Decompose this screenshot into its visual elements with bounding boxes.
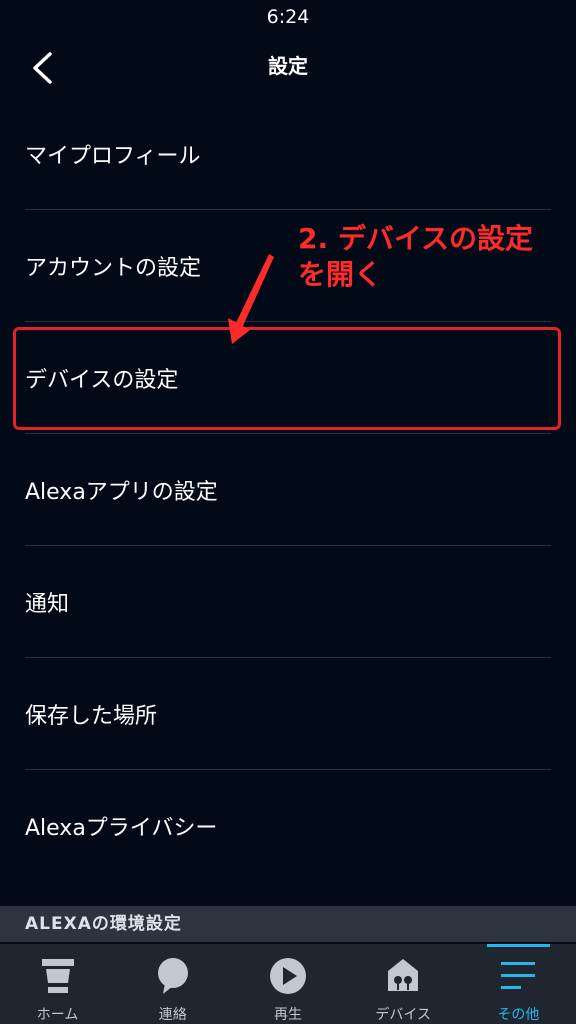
menu-icon (498, 956, 538, 996)
settings-screen: 6:24 設定 マイプロフィール アカウントの設定 デバイスの設定 Alexaア… (0, 0, 576, 1024)
menu-item-label: Alexaプライバシー (25, 816, 218, 841)
devices-icon (383, 956, 423, 996)
tab-label: ホーム (36, 1007, 79, 1023)
tab-label: 連絡 (158, 1007, 187, 1023)
tab-label: 再生 (274, 1007, 302, 1023)
menu-item-label: アカウントの設定 (25, 256, 202, 281)
menu-item-label: Alexaアプリの設定 (25, 480, 218, 505)
menu-item-alexa-privacy[interactable]: Alexaプライバシー (0, 770, 576, 882)
tab-play[interactable]: 再生 (230, 944, 345, 1024)
menu-item-label: デバイスの設定 (25, 368, 179, 393)
tab-label: その他 (497, 1007, 540, 1023)
settings-menu: マイプロフィール アカウントの設定 デバイスの設定 Alexaアプリの設定 通知… (0, 98, 576, 882)
play-icon (268, 956, 308, 996)
annotation-text: 2. デバイスの設定を開く (298, 222, 534, 291)
tab-more[interactable]: その他 (461, 944, 576, 1024)
header: 設定 (0, 34, 576, 98)
home-icon (38, 956, 78, 996)
menu-item-alexa-app-settings[interactable]: Alexaアプリの設定 (0, 434, 576, 546)
active-tab-indicator (486, 944, 551, 947)
menu-item-label: 保存した場所 (25, 704, 158, 729)
menu-item-device-settings[interactable]: デバイスの設定 (0, 322, 576, 434)
tab-label: デバイス (375, 1007, 431, 1023)
status-bar: 6:24 (0, 0, 576, 34)
tab-bar: ホーム 連絡 再生 デバイス その他 (0, 944, 576, 1024)
page-title: 設定 (268, 54, 308, 78)
tab-home[interactable]: ホーム (0, 944, 115, 1024)
status-time: 6:24 (266, 6, 310, 28)
menu-item-saved-places[interactable]: 保存した場所 (0, 658, 576, 770)
menu-item-notifications[interactable]: 通知 (0, 546, 576, 658)
chat-bubble-icon (153, 956, 193, 996)
menu-item-my-profile[interactable]: マイプロフィール (0, 98, 576, 210)
menu-item-label: 通知 (25, 592, 70, 617)
menu-item-label: マイプロフィール (25, 144, 201, 169)
section-header: ALEXAの環境設定 (0, 906, 576, 942)
tab-devices[interactable]: デバイス (346, 944, 461, 1024)
tab-communicate[interactable]: 連絡 (115, 944, 230, 1024)
